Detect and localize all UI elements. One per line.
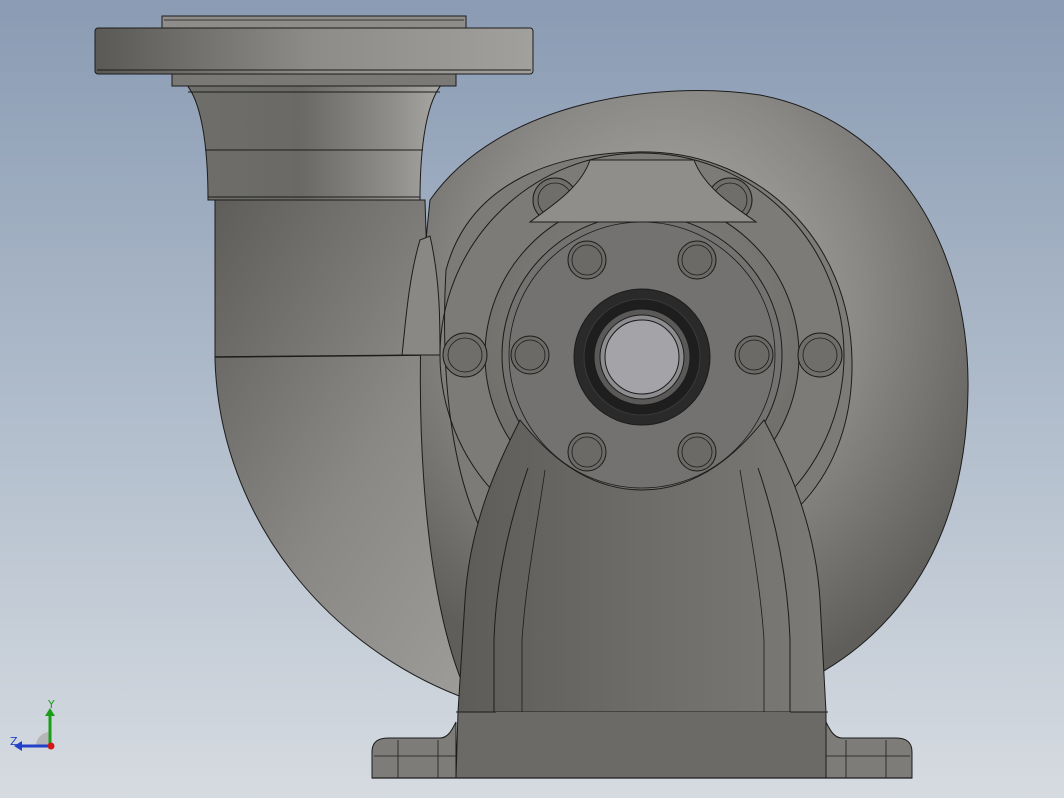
triad-axes: [14, 708, 55, 751]
pump-model[interactable]: [0, 0, 1064, 798]
foot-pad-left[interactable]: [371, 721, 457, 779]
foot-pad-right[interactable]: [825, 721, 913, 779]
discharge-pipe[interactable]: [184, 83, 444, 201]
triad-z-label: Z: [10, 735, 18, 748]
graphics-viewport[interactable]: Y Z: [0, 0, 1064, 798]
reference-triad: Y Z: [8, 698, 68, 758]
discharge-flange[interactable]: [94, 15, 534, 87]
triad-y-label: Y: [48, 698, 55, 711]
shaft-seal[interactable]: [573, 288, 711, 426]
